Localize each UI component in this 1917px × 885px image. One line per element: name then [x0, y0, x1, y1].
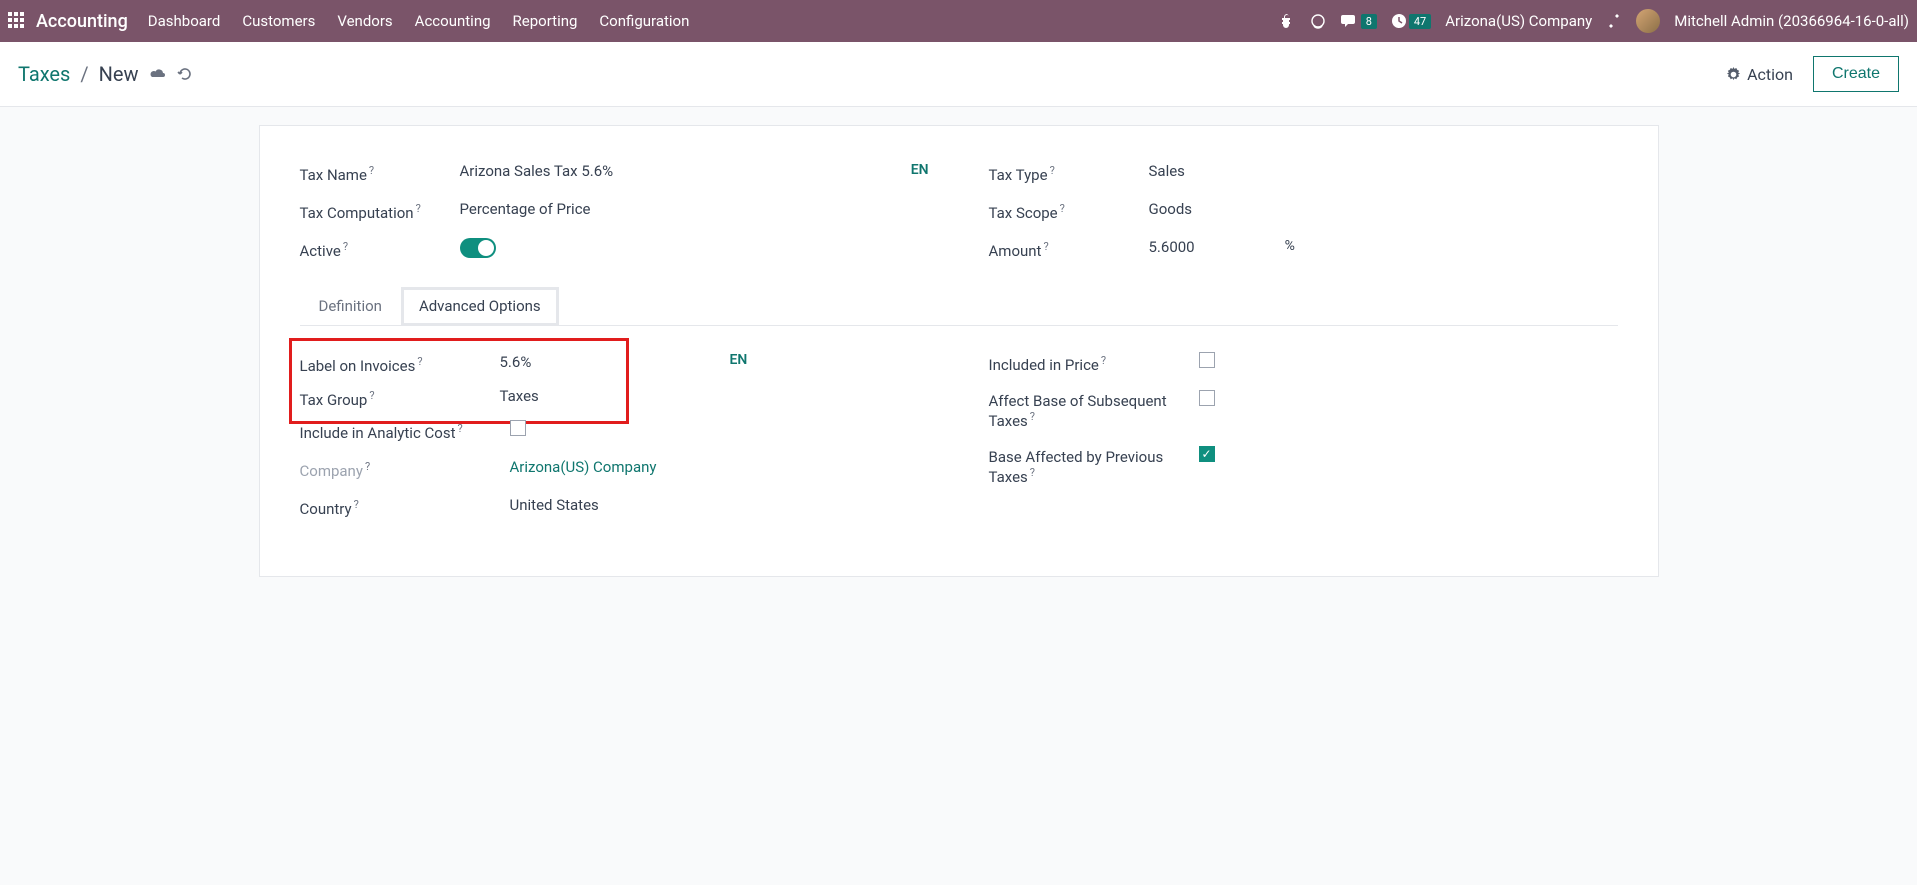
cloud-icon[interactable]	[149, 67, 167, 81]
country-label: Country?	[300, 496, 510, 518]
tax-name-label: Tax Name?	[300, 162, 460, 184]
nav-right: 8 47 Arizona(US) Company Mitchell Admin …	[1279, 9, 1909, 33]
user-name[interactable]: Mitchell Admin (20366964-16-0-all)	[1674, 12, 1909, 30]
breadcrumb-current: New	[99, 62, 139, 86]
tax-computation-label: Tax Computation?	[300, 200, 460, 222]
amount-label: Amount?	[989, 238, 1149, 260]
nav-customers[interactable]: Customers	[242, 12, 315, 30]
label-invoices-input[interactable]: 5.6%	[500, 353, 618, 371]
gear-icon	[1726, 67, 1741, 82]
nav-reporting[interactable]: Reporting	[513, 12, 578, 30]
tax-group-label: Tax Group?	[300, 387, 500, 409]
tax-scope-label: Tax Scope?	[989, 200, 1149, 222]
breadcrumb: Taxes / New	[18, 62, 193, 86]
help-icon[interactable]: ?	[1101, 354, 1106, 367]
country-select[interactable]: United States	[510, 496, 929, 514]
affect-base-label: Affect Base of Subsequent Taxes?	[989, 390, 1199, 430]
messages-badge: 8	[1361, 14, 1377, 29]
active-label: Active?	[300, 238, 460, 260]
tax-type-label: Tax Type?	[989, 162, 1149, 184]
support-icon[interactable]	[1309, 12, 1327, 30]
included-price-label: Included in Price?	[989, 352, 1199, 374]
lang-toggle[interactable]: EN	[911, 162, 929, 178]
apps-icon[interactable]	[8, 12, 26, 30]
include-analytic-label: Include in Analytic Cost?	[300, 420, 510, 442]
help-icon[interactable]: ?	[365, 460, 370, 473]
tab-advanced-options[interactable]: Advanced Options	[401, 287, 559, 326]
help-icon[interactable]: ?	[1050, 164, 1055, 177]
nav-vendors[interactable]: Vendors	[337, 12, 392, 30]
debug-icon[interactable]	[1279, 13, 1295, 29]
tax-computation-select[interactable]: Percentage of Price	[460, 200, 929, 218]
active-toggle[interactable]	[460, 238, 496, 258]
base-affected-label: Base Affected by Previous Taxes?	[989, 446, 1199, 486]
nav-dashboard[interactable]: Dashboard	[148, 12, 221, 30]
tax-type-select[interactable]: Sales	[1149, 162, 1618, 180]
undo-icon[interactable]	[177, 66, 193, 82]
amount-input[interactable]: 5.6000	[1149, 238, 1195, 256]
top-nav: Accounting Dashboard Customers Vendors A…	[0, 0, 1917, 42]
help-icon[interactable]: ?	[1043, 240, 1048, 253]
tax-scope-select[interactable]: Goods	[1149, 200, 1618, 218]
breadcrumb-separator: /	[80, 62, 88, 86]
help-icon[interactable]: ?	[416, 202, 421, 215]
action-button[interactable]: Action	[1726, 65, 1793, 84]
tax-group-select[interactable]: Taxes	[500, 387, 618, 405]
help-icon[interactable]: ?	[369, 389, 374, 402]
form-sheet: Tax Name? Arizona Sales Tax 5.6% EN Tax …	[259, 125, 1659, 577]
user-avatar[interactable]	[1636, 9, 1660, 33]
include-analytic-checkbox[interactable]	[510, 420, 526, 436]
tab-definition[interactable]: Definition	[300, 286, 401, 325]
tax-name-input[interactable]: Arizona Sales Tax 5.6%	[460, 162, 911, 180]
tabs: Definition Advanced Options	[300, 286, 1618, 326]
control-panel: Taxes / New Action Create	[0, 42, 1917, 107]
help-icon[interactable]: ?	[369, 164, 374, 177]
activities-icon[interactable]: 47	[1391, 13, 1431, 29]
nav-links: Dashboard Customers Vendors Accounting R…	[148, 12, 690, 30]
help-icon[interactable]: ?	[1060, 202, 1065, 215]
help-icon[interactable]: ?	[1030, 466, 1035, 479]
activities-badge: 47	[1409, 14, 1431, 29]
help-icon[interactable]: ?	[354, 498, 359, 511]
company-switcher[interactable]: Arizona(US) Company	[1445, 12, 1592, 30]
help-icon[interactable]: ?	[343, 240, 348, 253]
help-icon[interactable]: ?	[417, 355, 422, 368]
breadcrumb-parent[interactable]: Taxes	[18, 62, 70, 86]
help-icon[interactable]: ?	[457, 422, 462, 435]
base-affected-checkbox[interactable]: ✓	[1199, 446, 1215, 462]
company-link[interactable]: Arizona(US) Company	[510, 458, 929, 476]
create-button[interactable]: Create	[1813, 56, 1899, 92]
tools-icon[interactable]	[1606, 13, 1622, 29]
amount-unit: %	[1285, 238, 1295, 254]
nav-configuration[interactable]: Configuration	[599, 12, 689, 30]
company-label: Company?	[300, 458, 510, 480]
help-icon[interactable]: ?	[1030, 410, 1035, 423]
affect-base-checkbox[interactable]	[1199, 390, 1215, 406]
label-invoices-label: Label on Invoices?	[300, 353, 500, 375]
nav-accounting[interactable]: Accounting	[415, 12, 491, 30]
messages-icon[interactable]: 8	[1341, 13, 1377, 29]
lang-toggle-2[interactable]: EN	[730, 352, 770, 368]
app-brand[interactable]: Accounting	[36, 11, 128, 32]
included-price-checkbox[interactable]	[1199, 352, 1215, 368]
